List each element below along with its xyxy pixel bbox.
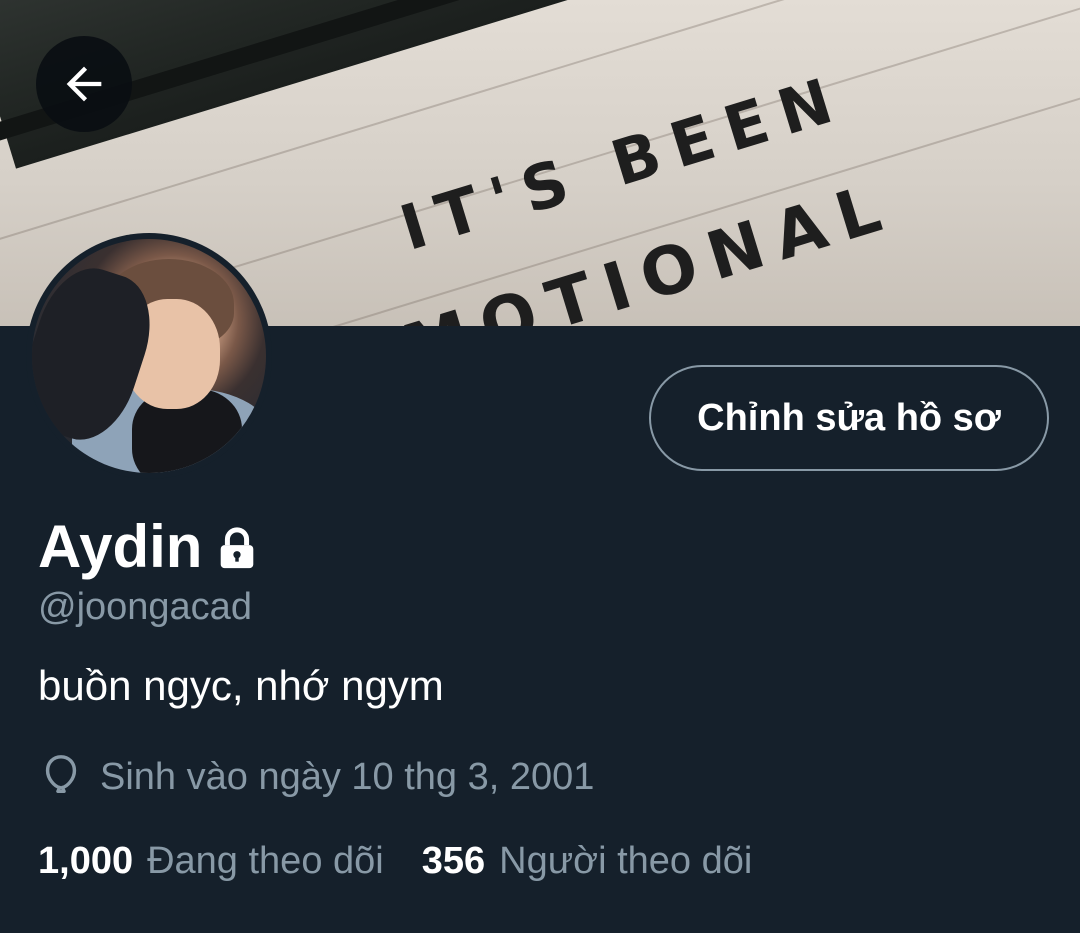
following-label: Đang theo dõi	[147, 840, 384, 882]
followers-label: Người theo dõi	[499, 840, 753, 882]
arrow-left-icon	[66, 66, 102, 102]
profile-bio: buồn ngyc, nhớ ngym	[38, 662, 444, 709]
balloon-icon	[38, 752, 84, 803]
following-link[interactable]: 1,000 Đang theo dõi	[38, 840, 384, 883]
back-button[interactable]	[36, 36, 132, 132]
profile-avatar[interactable]	[26, 233, 272, 479]
birthday-text: Sinh vào ngày 10 thg 3, 2001	[100, 756, 595, 798]
following-count: 1,000	[38, 840, 134, 882]
profile-handle: @joongacad	[38, 586, 252, 628]
profile-name-row: Aydin	[38, 506, 260, 586]
avatar-photo	[32, 239, 266, 473]
followers-link[interactable]: 356 Người theo dõi	[422, 840, 753, 883]
edit-profile-button[interactable]: Chỉnh sửa hồ sơ	[649, 365, 1049, 471]
lock-icon	[214, 526, 260, 577]
follow-stats: 1,000 Đang theo dõi 356 Người theo dõi	[38, 840, 752, 883]
followers-count: 356	[421, 840, 486, 882]
profile-name: Aydin	[38, 512, 203, 580]
birthday-row: Sinh vào ngày 10 thg 3, 2001	[38, 752, 594, 803]
